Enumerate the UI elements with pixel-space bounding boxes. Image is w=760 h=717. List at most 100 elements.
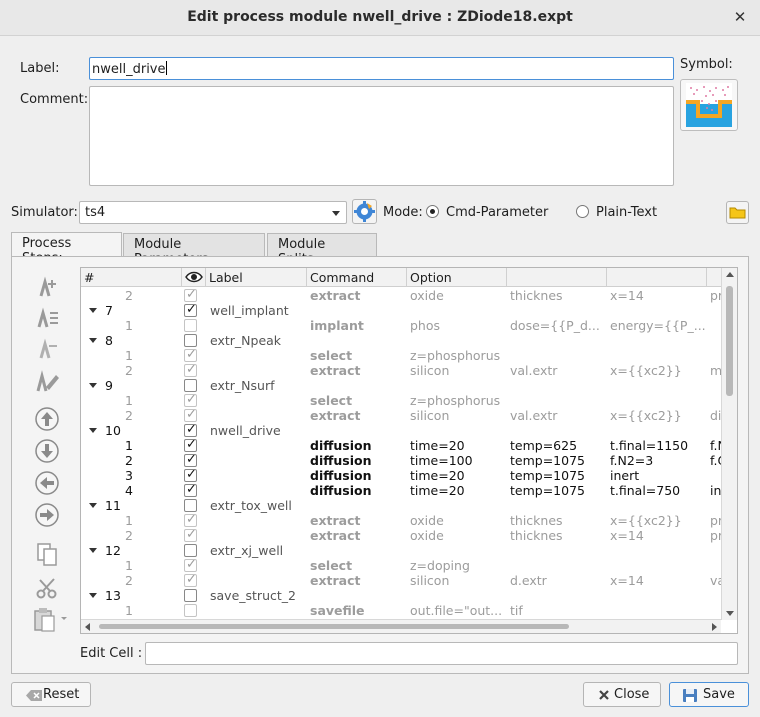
mode-radio-plain[interactable]: [576, 205, 589, 218]
header-label[interactable]: Label: [206, 268, 307, 287]
group-row[interactable]: 13 save_struct_2: [81, 588, 721, 603]
tab-module-splits[interactable]: Module Splits:: [267, 233, 377, 267]
enable-checkbox[interactable]: ✓: [184, 392, 197, 407]
vertical-scroll-thumb[interactable]: [726, 286, 733, 396]
step-row[interactable]: 2 ✓ extract oxide thicknes x=14 pr: [81, 527, 721, 543]
enable-checkbox[interactable]: [184, 499, 197, 512]
step-row[interactable]: 2 ✓ extract silicon val.extr x={{xc2}} ma: [81, 362, 721, 378]
tab-module-parameters[interactable]: Module Parameters:: [123, 233, 265, 267]
enable-checkbox[interactable]: ✓: [184, 572, 197, 587]
simulator-select[interactable]: ts4: [79, 201, 347, 224]
enable-checkbox[interactable]: ✓: [184, 288, 197, 302]
mode-option-cmd[interactable]: Cmd-Parameter: [446, 205, 548, 220]
move-right-icon[interactable]: [32, 501, 62, 529]
enable-checkbox[interactable]: [184, 319, 197, 332]
enable-checkbox[interactable]: ✓: [184, 452, 197, 467]
expand-icon[interactable]: [89, 428, 97, 433]
enable-checkbox[interactable]: ✓: [184, 512, 197, 527]
mode-option-plain[interactable]: Plain-Text: [596, 205, 657, 220]
comment-textarea[interactable]: [89, 86, 674, 186]
horizontal-scroll-thumb[interactable]: [99, 624, 569, 629]
move-left-icon[interactable]: [32, 469, 62, 497]
header-col7[interactable]: [607, 268, 707, 287]
step-row[interactable]: 1 savefile out.file="out... tif: [81, 603, 721, 618]
reset-button[interactable]: Reset: [11, 682, 91, 707]
tab-process-steps[interactable]: Process Steps:: [11, 232, 122, 266]
scroll-right-icon[interactable]: [712, 623, 717, 631]
symbol-button[interactable]: [680, 79, 738, 131]
step-number: 1: [125, 558, 133, 573]
enable-checkbox[interactable]: ✓: [184, 482, 197, 497]
step-row[interactable]: 1 ✓ extract oxide thicknes x={{xc2}} pr: [81, 512, 721, 528]
enable-checkbox[interactable]: [184, 379, 197, 392]
expand-icon[interactable]: [89, 548, 97, 553]
expand-icon[interactable]: [89, 593, 97, 598]
horizontal-scrollbar[interactable]: [81, 619, 721, 633]
add-step-icon[interactable]: [32, 274, 62, 302]
step-row[interactable]: 2 ✓ extract silicon d.extr x=14 va: [81, 572, 721, 588]
step-row[interactable]: 1 ✓ diffusion time=20 temp=625 t.final=1150 f.…: [81, 437, 721, 453]
remove-step-icon[interactable]: [32, 336, 62, 364]
move-down-icon[interactable]: [32, 437, 62, 465]
scroll-up-icon[interactable]: [726, 272, 734, 277]
paste-icon[interactable]: [32, 605, 72, 633]
close-icon[interactable]: ✕: [732, 8, 748, 26]
step-row[interactable]: 1 ✓ select z=doping: [81, 557, 721, 573]
step-row[interactable]: 2 ✓ diffusion time=100 temp=1075 f.N2=3 f.O: [81, 452, 721, 468]
label-input[interactable]: nwell_drive: [89, 57, 674, 80]
enable-checkbox[interactable]: ✓: [184, 467, 197, 482]
save-button[interactable]: Save: [669, 682, 749, 707]
simulator-settings-button[interactable]: [352, 199, 377, 224]
move-up-icon[interactable]: [32, 405, 62, 433]
group-row[interactable]: 12 extr_xj_well: [81, 543, 721, 558]
enable-checkbox[interactable]: ✓: [184, 347, 197, 362]
edit-cell-input[interactable]: [145, 642, 738, 665]
label-input-value: nwell_drive: [92, 62, 166, 77]
enable-checkbox[interactable]: ✓: [184, 437, 197, 452]
step-row[interactable]: 4 ✓ diffusion time=20 temp=1075 t.final=750 in…: [81, 482, 721, 498]
step-row[interactable]: 1 ✓ select z=phosphorus: [81, 392, 721, 408]
enable-checkbox[interactable]: ✓: [184, 302, 197, 317]
header-option[interactable]: Option: [407, 268, 507, 287]
scroll-left-icon[interactable]: [85, 623, 90, 631]
enable-checkbox[interactable]: ✓: [184, 422, 197, 437]
group-row[interactable]: 11 extr_tox_well: [81, 498, 721, 513]
check-icon: ✓: [186, 362, 197, 377]
step-row[interactable]: 2 ✓ extract silicon val.extr x={{xc2}} dis: [81, 407, 721, 423]
mode-radio-cmd[interactable]: [426, 205, 439, 218]
group-row[interactable]: 9 extr_Nsurf: [81, 378, 721, 393]
step-row[interactable]: 1 ✓ select z=phosphorus: [81, 347, 721, 363]
process-steps-table[interactable]: # Label Command Option 2 ✓ extract oxide thi…: [80, 267, 738, 634]
close-button[interactable]: Close: [583, 682, 661, 707]
enable-checkbox[interactable]: [184, 589, 197, 602]
vertical-scrollbar[interactable]: [721, 268, 737, 620]
step-row[interactable]: 3 ✓ diffusion time=20 temp=1075 inert: [81, 467, 721, 483]
expand-icon[interactable]: [89, 338, 97, 343]
scroll-down-icon[interactable]: [726, 611, 734, 616]
copy-icon[interactable]: [32, 540, 62, 568]
edit-step-icon[interactable]: [32, 367, 62, 395]
group-row[interactable]: 10 ✓ nwell_drive: [81, 422, 721, 438]
expand-icon[interactable]: [89, 503, 97, 508]
open-folder-button[interactable]: [726, 201, 749, 224]
header-number[interactable]: #: [81, 268, 182, 287]
enable-checkbox[interactable]: ✓: [184, 407, 197, 422]
group-row[interactable]: 7 ✓ well_implant: [81, 302, 721, 318]
enable-checkbox[interactable]: ✓: [184, 527, 197, 542]
cut-icon[interactable]: [32, 574, 62, 602]
step-row[interactable]: 1 implant phos dose={{P_d... energy={{P_...: [81, 318, 721, 333]
enable-checkbox[interactable]: [184, 334, 197, 347]
insert-step-icon[interactable]: [32, 305, 62, 333]
group-row[interactable]: 8 extr_Npeak: [81, 333, 721, 348]
header-visibility[interactable]: [182, 268, 206, 287]
step-row[interactable]: 2 ✓ extract oxide thicknes x=14 pr: [81, 288, 721, 303]
expand-icon[interactable]: [89, 383, 97, 388]
enable-checkbox[interactable]: [184, 544, 197, 557]
header-command[interactable]: Command: [307, 268, 407, 287]
header-col6[interactable]: [507, 268, 607, 287]
enable-checkbox[interactable]: [184, 604, 197, 617]
expand-icon[interactable]: [89, 308, 97, 313]
enable-checkbox[interactable]: ✓: [184, 362, 197, 377]
enable-checkbox[interactable]: ✓: [184, 557, 197, 572]
step-number: 2: [125, 288, 133, 303]
